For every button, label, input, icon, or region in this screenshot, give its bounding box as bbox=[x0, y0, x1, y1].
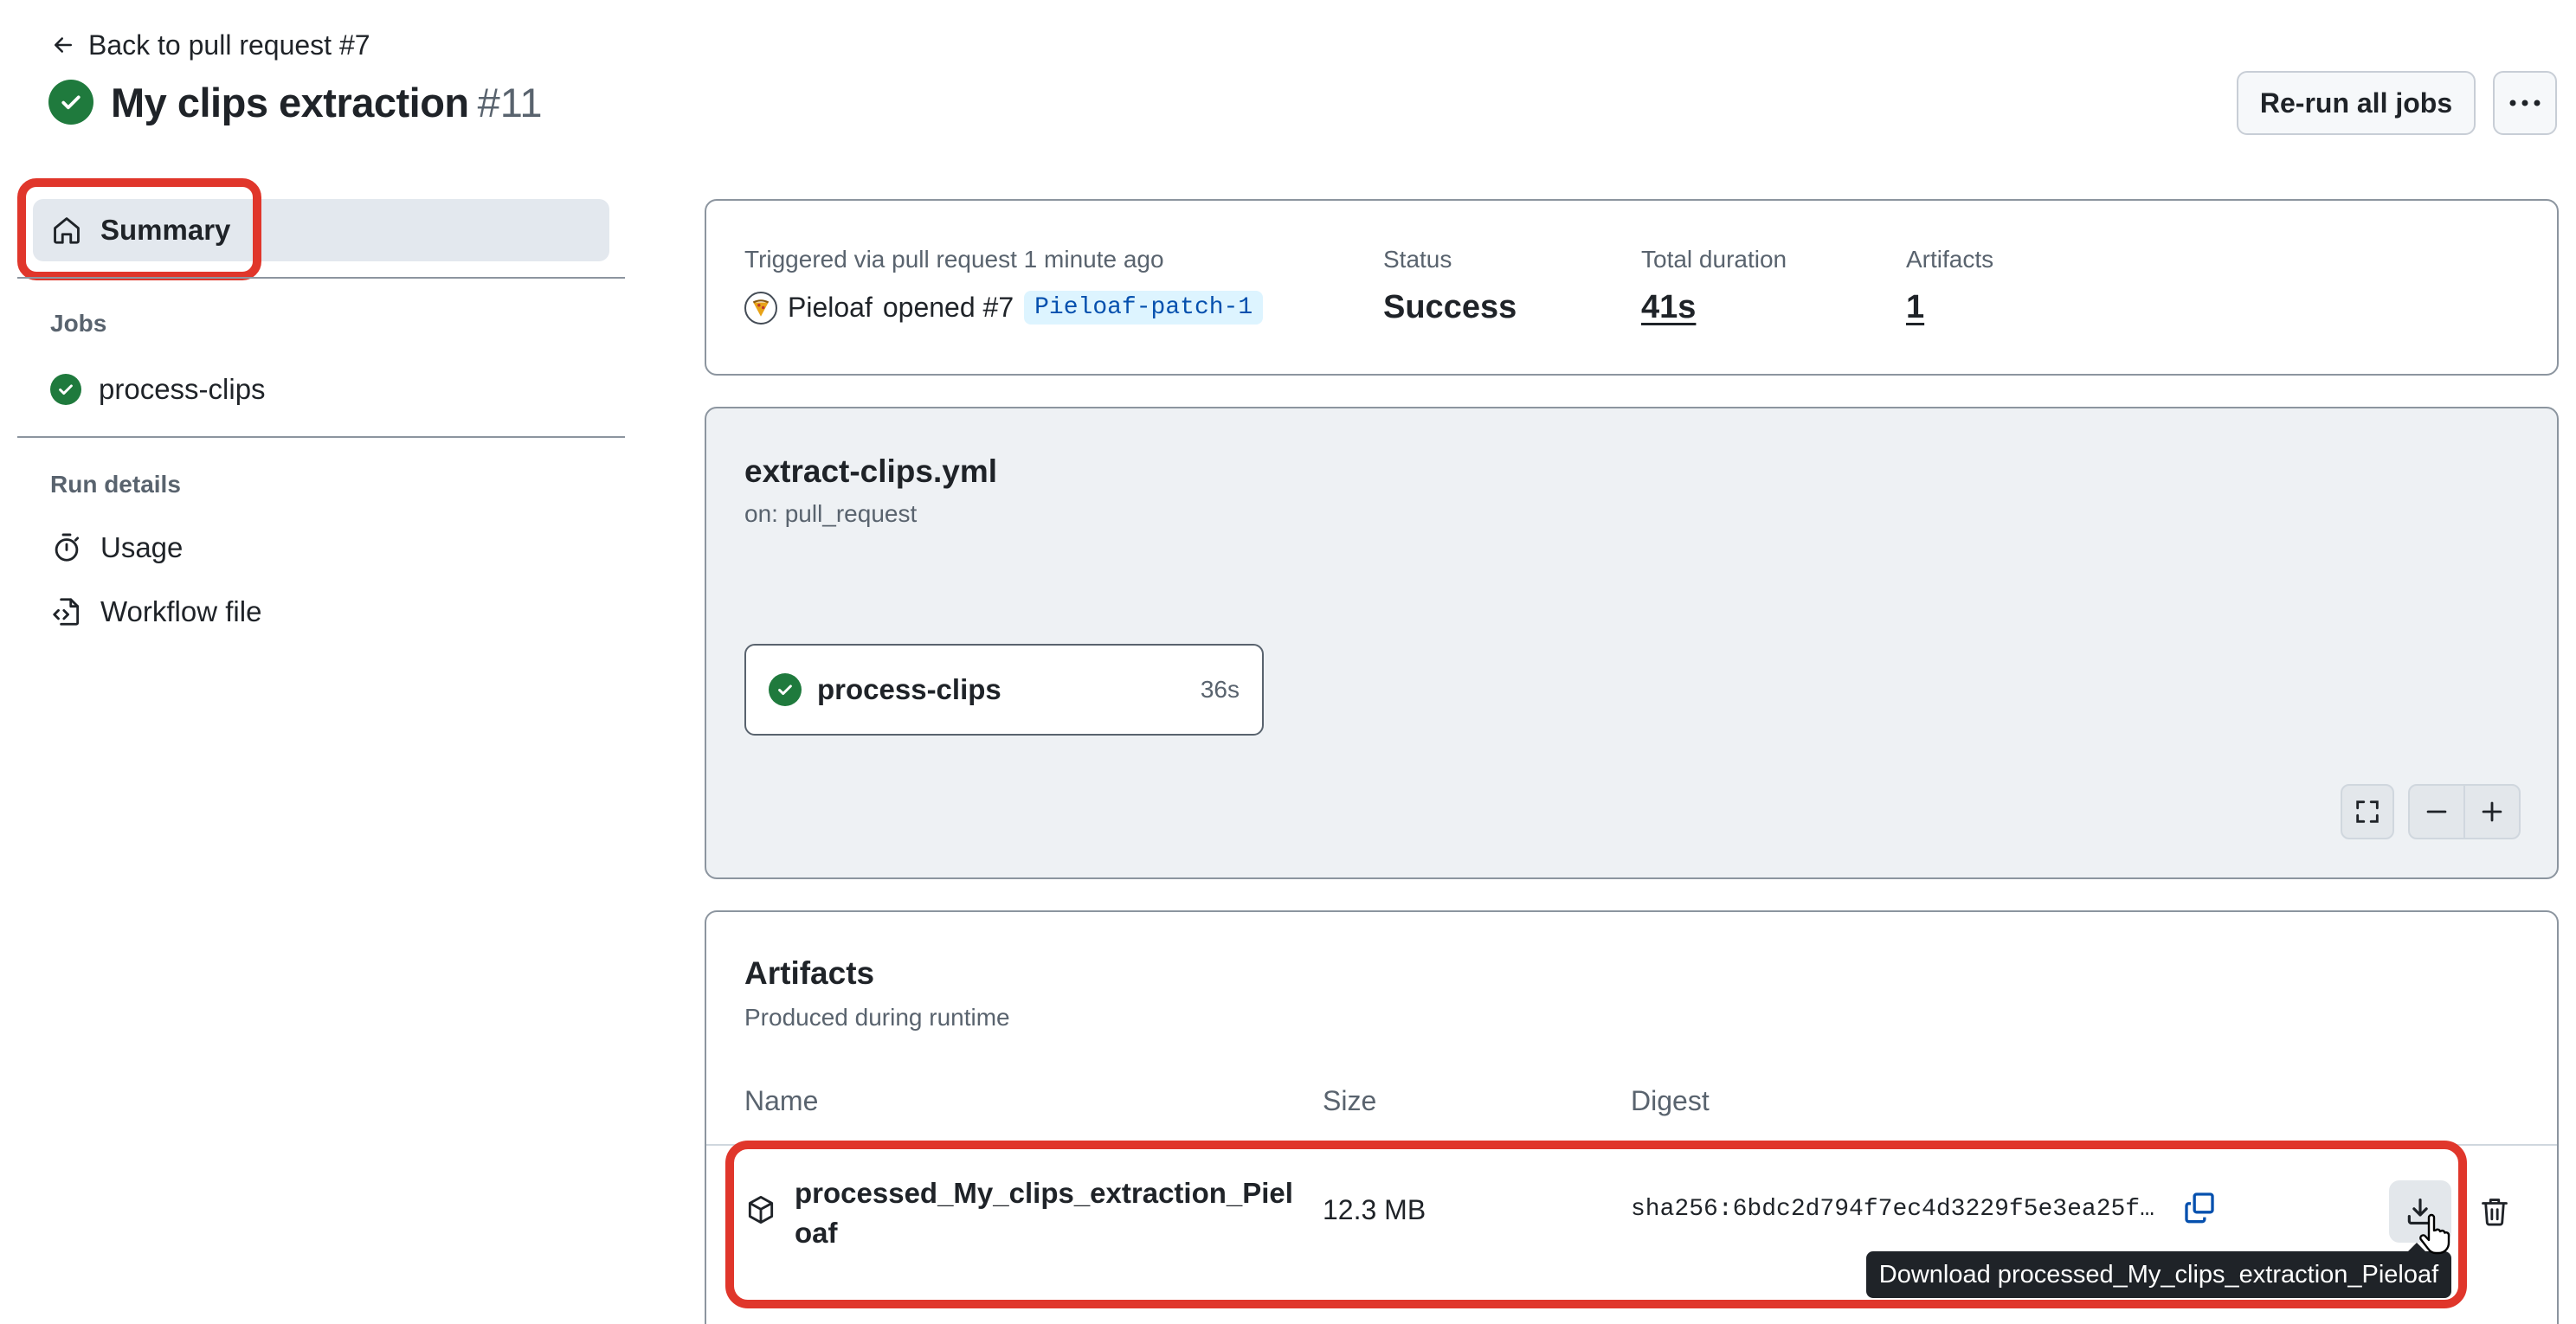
workflow-trigger-event: on: pull_request bbox=[744, 500, 918, 527]
download-tooltip: Download processed_My_clips_extraction_P… bbox=[1866, 1251, 2451, 1298]
branch-name-badge[interactable]: Pieloaf-patch-1 bbox=[1024, 291, 1264, 325]
sidebar-item-workflow-file[interactable]: Workflow file bbox=[50, 592, 261, 632]
sidebar-divider bbox=[17, 277, 625, 279]
run-details-heading: Run details bbox=[50, 471, 181, 498]
job-node-duration: 36s bbox=[1200, 676, 1240, 703]
status-label: Status bbox=[1383, 246, 1452, 273]
sidebar-item-process-clips[interactable]: process-clips bbox=[50, 370, 266, 408]
fullscreen-icon bbox=[2356, 800, 2379, 823]
fullscreen-button[interactable] bbox=[2341, 784, 2394, 839]
delete-artifact-button[interactable] bbox=[2470, 1186, 2519, 1237]
run-summary-card: Triggered via pull request 1 minute ago … bbox=[705, 199, 2559, 376]
more-options-button[interactable] bbox=[2493, 71, 2557, 135]
avatar bbox=[744, 291, 777, 325]
job-node-name: process-clips bbox=[817, 673, 1001, 705]
run-number: #11 bbox=[477, 79, 543, 125]
workflow-graph-card: extract-clips.yml on: pull_request proce… bbox=[705, 407, 2559, 879]
file-code-icon bbox=[53, 598, 80, 626]
sidebar-item-usage[interactable]: Usage bbox=[50, 528, 183, 568]
trigger-label: Triggered via pull request 1 minute ago bbox=[744, 246, 1164, 273]
page-title-row: My clips extraction #11 bbox=[48, 74, 543, 130]
status-value: Success bbox=[1383, 289, 1517, 325]
success-check-icon bbox=[50, 374, 81, 405]
trigger-action: opened #7 bbox=[882, 292, 1014, 323]
success-check-icon bbox=[769, 673, 802, 706]
column-header-size: Size bbox=[1323, 1085, 1377, 1116]
back-to-pull-request-link[interactable]: Back to pull request #7 bbox=[50, 26, 370, 64]
sidebar-item-label: Usage bbox=[100, 531, 184, 563]
page-title: My clips extraction bbox=[111, 79, 469, 125]
trash-icon bbox=[2482, 1199, 2508, 1226]
artifacts-title: Artifacts bbox=[744, 955, 875, 991]
artifacts-count-label: Artifacts bbox=[1906, 246, 1994, 273]
summary-highlight-box bbox=[17, 178, 261, 280]
workflow-file-name: extract-clips.yml bbox=[744, 453, 998, 489]
sidebar-divider bbox=[17, 436, 625, 438]
column-header-name: Name bbox=[744, 1085, 819, 1116]
column-header-digest: Digest bbox=[1631, 1085, 1710, 1116]
zoom-out-button[interactable] bbox=[2408, 784, 2465, 839]
jobs-heading: Jobs bbox=[50, 310, 107, 337]
rerun-all-jobs-button[interactable]: Re-run all jobs bbox=[2237, 71, 2476, 135]
total-duration-label: Total duration bbox=[1641, 246, 1787, 273]
trigger-actor[interactable]: Pieloaf bbox=[788, 292, 873, 324]
stopwatch-icon bbox=[55, 533, 80, 562]
total-duration-link[interactable]: 41s bbox=[1641, 289, 1696, 326]
kebab-horizontal-icon bbox=[2509, 100, 2541, 106]
job-node-process-clips[interactable]: process-clips 36s bbox=[744, 644, 1264, 736]
hand-pointer-icon bbox=[2419, 1213, 2450, 1255]
minus-icon bbox=[2426, 810, 2447, 813]
success-check-icon bbox=[48, 80, 93, 125]
artifacts-count-link[interactable]: 1 bbox=[1906, 289, 1924, 326]
trigger-details: Pieloaf opened #7 Pieloaf-patch-1 bbox=[744, 291, 1264, 325]
sidebar-item-label: Workflow file bbox=[100, 595, 262, 627]
artifacts-subtitle: Produced during runtime bbox=[744, 1004, 1010, 1031]
arrow-left-icon bbox=[55, 37, 72, 53]
sidebar-item-label: process-clips bbox=[99, 373, 266, 405]
back-link-label: Back to pull request #7 bbox=[88, 29, 370, 61]
plus-icon bbox=[2482, 801, 2502, 822]
zoom-in-button[interactable] bbox=[2463, 784, 2521, 839]
